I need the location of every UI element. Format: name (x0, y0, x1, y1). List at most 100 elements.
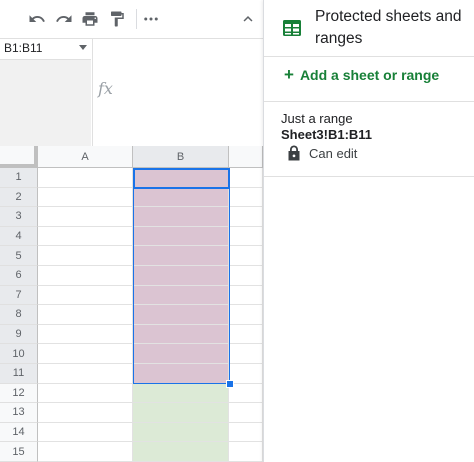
cell-c14[interactable] (229, 422, 263, 443)
protected-ranges-panel: Protected sheets and ranges + Add a shee… (263, 0, 474, 462)
permission-label: Can edit (309, 145, 358, 161)
panel-title: Protected sheets and ranges (315, 8, 462, 47)
cell-c15[interactable] (229, 442, 263, 462)
row-header-6[interactable]: 6 (0, 266, 38, 286)
cell-b11[interactable] (133, 364, 229, 384)
cell-c9[interactable] (229, 324, 263, 345)
cell-a5[interactable] (38, 246, 133, 266)
fx-icon: fx (98, 79, 113, 98)
cell-c3[interactable] (229, 207, 263, 227)
name-box-value: B1:B11 (4, 41, 43, 55)
collapse-icon (243, 16, 253, 22)
print-button[interactable] (78, 7, 102, 31)
protected-range-item[interactable]: Just a range Sheet3!B1:B11 Can edit (264, 102, 474, 176)
sheets-table-icon (283, 20, 301, 36)
plus-icon: + (284, 65, 294, 84)
cell-a3[interactable] (38, 207, 133, 227)
cell-b8[interactable] (133, 305, 229, 325)
cell-b10[interactable] (133, 344, 229, 364)
row-header-7[interactable]: 7 (0, 285, 38, 306)
cell-a4[interactable] (38, 226, 133, 247)
cell-c2[interactable] (229, 187, 263, 208)
toolbar (0, 0, 263, 39)
cell-b13[interactable] (133, 403, 229, 423)
formula-label-area: fx (92, 39, 125, 146)
cell-b3[interactable] (133, 207, 229, 227)
formula-input[interactable] (124, 39, 263, 146)
row-header-13[interactable]: 13 (0, 403, 38, 423)
cell-b6[interactable] (133, 266, 229, 286)
paint-format-button[interactable] (105, 7, 129, 31)
row-header-10[interactable]: 10 (0, 344, 38, 364)
row-header-5[interactable]: 5 (0, 246, 38, 266)
more-button[interactable] (139, 7, 163, 31)
toolbar-separator (136, 9, 137, 29)
add-sheet-or-range-button[interactable]: + Add a sheet or range (284, 65, 440, 84)
cell-a2[interactable] (38, 187, 133, 208)
cell-c12[interactable] (229, 383, 263, 404)
select-all-corner[interactable] (0, 146, 38, 168)
row-header-11[interactable]: 11 (0, 364, 38, 384)
redo-button[interactable] (52, 7, 76, 31)
protected-range-reference: Sheet3!B1:B11 (281, 127, 373, 142)
cell-c4[interactable] (229, 226, 263, 247)
row-header-14[interactable]: 14 (0, 422, 38, 443)
sheet-grid: A B 1 2 3 4 5 6 7 8 9 10 11 12 13 14 15 (0, 146, 263, 462)
cell-b5[interactable] (133, 246, 229, 266)
cell-c10[interactable] (229, 344, 263, 364)
cell-b2[interactable] (133, 187, 229, 208)
panel-divider (264, 176, 474, 177)
row-header-15[interactable]: 15 (0, 442, 38, 462)
cell-b9[interactable] (133, 324, 229, 345)
redo-icon (56, 15, 72, 22)
panel-header: Protected sheets and ranges (264, 0, 474, 57)
row-header-2[interactable]: 2 (0, 187, 38, 208)
cell-a10[interactable] (38, 344, 133, 364)
cell-b1[interactable] (133, 168, 229, 188)
undo-icon (29, 15, 45, 22)
fill-handle[interactable] (226, 379, 234, 388)
add-sheet-or-range-label: Add a sheet or range (299, 67, 440, 83)
cell-b12[interactable] (133, 383, 229, 404)
spreadsheet-area: B1:B11 fx A B 1 2 3 4 5 6 7 8 9 10 11 12 13 14 15 (0, 0, 263, 462)
cell-b14[interactable] (133, 422, 229, 443)
row-header-1[interactable]: 1 (0, 168, 38, 188)
column-header[interactable] (229, 146, 263, 168)
cell-a11[interactable] (38, 364, 133, 384)
row-header-4[interactable]: 4 (0, 226, 38, 247)
row-header-12[interactable]: 12 (0, 383, 38, 404)
cell-a13[interactable] (38, 403, 133, 423)
row-header-8[interactable]: 8 (0, 305, 38, 325)
cell-c8[interactable] (229, 305, 263, 325)
cell-a15[interactable] (38, 442, 133, 462)
row-header-3[interactable]: 3 (0, 207, 38, 227)
more-icon (144, 17, 158, 21)
collapse-button[interactable] (236, 7, 260, 31)
cell-c5[interactable] (229, 246, 263, 266)
cell-a14[interactable] (38, 422, 133, 443)
name-box-area (0, 60, 91, 146)
undo-button[interactable] (25, 7, 49, 31)
cell-a8[interactable] (38, 305, 133, 325)
paint-format-icon (111, 11, 124, 27)
cell-b4[interactable] (133, 226, 229, 247)
row-header-9[interactable]: 9 (0, 324, 38, 345)
cell-a7[interactable] (38, 285, 133, 306)
cell-a12[interactable] (38, 383, 133, 404)
column-header-a[interactable]: A (38, 146, 133, 168)
cell-b15[interactable] (133, 442, 229, 462)
cell-a9[interactable] (38, 324, 133, 345)
name-box[interactable]: B1:B11 (0, 39, 91, 60)
cell-a6[interactable] (38, 266, 133, 286)
column-header-b[interactable]: B (133, 146, 229, 168)
cell-c7[interactable] (229, 285, 263, 306)
cell-c1[interactable] (229, 168, 263, 188)
chevron-down-icon[interactable] (79, 45, 87, 50)
cell-b7[interactable] (133, 285, 229, 306)
lock-icon (288, 145, 300, 161)
cell-a1[interactable] (38, 168, 133, 188)
print-icon (82, 12, 98, 26)
cell-c13[interactable] (229, 403, 263, 423)
cell-c11[interactable] (229, 364, 263, 384)
cell-c6[interactable] (229, 266, 263, 286)
